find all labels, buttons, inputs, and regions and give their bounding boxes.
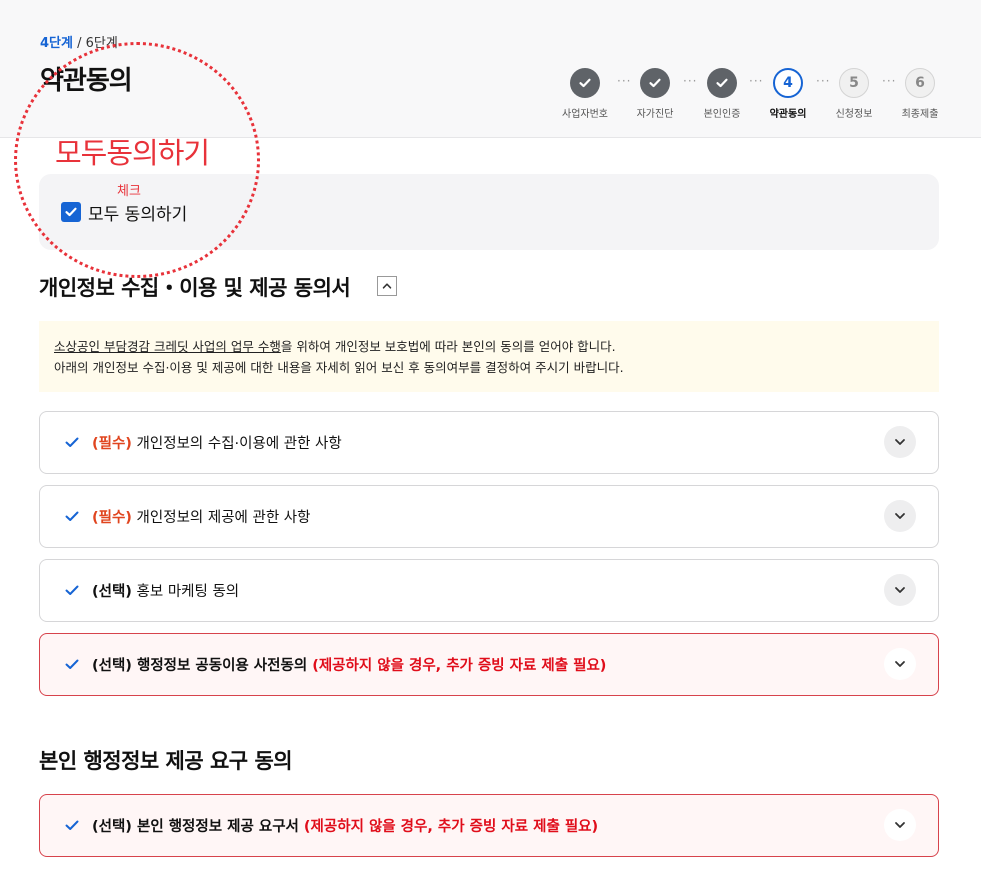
annotation-agree-all-text: 모두동의하기 [55, 136, 210, 170]
accordion-item-provision[interactable]: (필수) 개인정보의 제공에 관한 사항 [39, 485, 939, 548]
step-number: 5 [839, 68, 869, 98]
expand-button[interactable] [884, 574, 916, 606]
step-indicator: 4단계 / 6단계 [40, 32, 118, 51]
notice-text: 을 위하여 개인정보 보호법에 따라 본인의 동의를 얻어야 합니다. [280, 339, 616, 354]
chevron-down-icon [895, 439, 905, 445]
current-step-text: 4단계 [40, 36, 73, 51]
step-done-check-icon [570, 68, 600, 98]
notice-underlined-text: 소상공인 부담경감 크레딧 사업의 업무 수행 [54, 339, 281, 354]
expand-button[interactable] [884, 809, 916, 841]
notice-line-2: 아래의 개인정보 수집·이용 및 제공에 대한 내용을 자세히 읽어 보신 후 … [54, 360, 624, 375]
chevron-up-icon [382, 283, 392, 289]
accordion-label: (선택) 홍보 마케팅 동의 [92, 580, 239, 601]
optional-tag: (선택) [92, 819, 132, 835]
expand-button[interactable] [884, 648, 916, 680]
required-tag: (필수) [92, 510, 132, 526]
accordion-item-marketing[interactable]: (선택) 홍보 마케팅 동의 [39, 559, 939, 622]
notice-line-1: 소상공인 부담경감 크레딧 사업의 업무 수행을 위하여 개인정보 보호법에 따… [54, 336, 924, 357]
agree-all-box: 모두 동의하기 [39, 174, 939, 250]
step-6-final-submit: 6 최종제출 [875, 68, 965, 120]
check-icon [65, 820, 79, 830]
step-separator: / [72, 36, 86, 51]
chevron-down-icon [895, 587, 905, 593]
item-title: 개인정보의 수집·이용에 관한 사항 [131, 436, 342, 452]
expand-button[interactable] [884, 500, 916, 532]
item-title: 개인정보의 제공에 관한 사항 [131, 510, 311, 526]
step-done-check-icon [640, 68, 670, 98]
step-number: 6 [905, 68, 935, 98]
chevron-down-icon [895, 822, 905, 828]
item-title: 홍보 마케팅 동의 [131, 584, 240, 600]
page-title: 약관동의 [40, 66, 133, 96]
section-privacy-title: 개인정보 수집・이용 및 제공 동의서 [39, 276, 351, 300]
step-done-check-icon [707, 68, 737, 98]
chevron-down-icon [895, 661, 905, 667]
section-collapse-button[interactable] [377, 276, 397, 296]
accordion-label: (필수) 개인정보의 수집·이용에 관한 사항 [92, 432, 342, 453]
item-title: 본인 행정정보 제공 요구서 [131, 819, 304, 835]
check-icon [65, 659, 79, 669]
accordion-label: (필수) 개인정보의 제공에 관한 사항 [92, 506, 310, 527]
check-icon [65, 585, 79, 595]
agree-all-checkbox[interactable] [61, 202, 81, 222]
section-admin-info-title: 본인 행정정보 제공 요구 동의 [39, 749, 293, 773]
chevron-down-icon [895, 513, 905, 519]
step-label: 최종제출 [901, 109, 939, 120]
optional-tag: (선택) [92, 584, 132, 600]
annotation-check-text: 체크 [117, 184, 141, 199]
warning-note: (제공하지 않을 경우, 추가 증빙 자료 제출 필요) [303, 819, 599, 835]
accordion-label: (선택) 행정정보 공동이용 사전동의 (제공하지 않을 경우, 추가 증빙 자… [92, 654, 606, 675]
required-tag: (필수) [92, 436, 132, 452]
checkmark-icon [65, 207, 77, 217]
step-number: 4 [773, 68, 803, 98]
accordion-label: (선택) 본인 행정정보 제공 요구서 (제공하지 않을 경우, 추가 증빙 자… [92, 815, 598, 836]
check-icon [65, 511, 79, 521]
progress-stepper: 사업자번호 ··· 자가진단 ··· 본인인증 ··· 4 약관동의 ··· 5… [540, 68, 960, 128]
accordion-item-admin-info-sharing[interactable]: (선택) 행정정보 공동이용 사전동의 (제공하지 않을 경우, 추가 증빙 자… [39, 633, 939, 696]
check-icon [65, 437, 79, 447]
optional-tag: (선택) [92, 658, 132, 674]
agree-all-label[interactable]: 모두 동의하기 [88, 200, 187, 225]
accordion-item-collection-use[interactable]: (필수) 개인정보의 수집·이용에 관한 사항 [39, 411, 939, 474]
accordion-item-admin-info-request[interactable]: (선택) 본인 행정정보 제공 요구서 (제공하지 않을 경우, 추가 증빙 자… [39, 794, 939, 857]
top-header: 4단계 / 6단계 약관동의 사업자번호 ··· 자가진단 ··· 본인인증 ·… [0, 0, 981, 138]
expand-button[interactable] [884, 426, 916, 458]
privacy-notice-box: 소상공인 부담경감 크레딧 사업의 업무 수행을 위하여 개인정보 보호법에 따… [39, 321, 939, 392]
total-steps-text: 6단계 [85, 36, 118, 51]
warning-note: (제공하지 않을 경우, 추가 증빙 자료 제출 필요) [312, 658, 607, 674]
item-title: 행정정보 공동이용 사전동의 [131, 658, 313, 674]
